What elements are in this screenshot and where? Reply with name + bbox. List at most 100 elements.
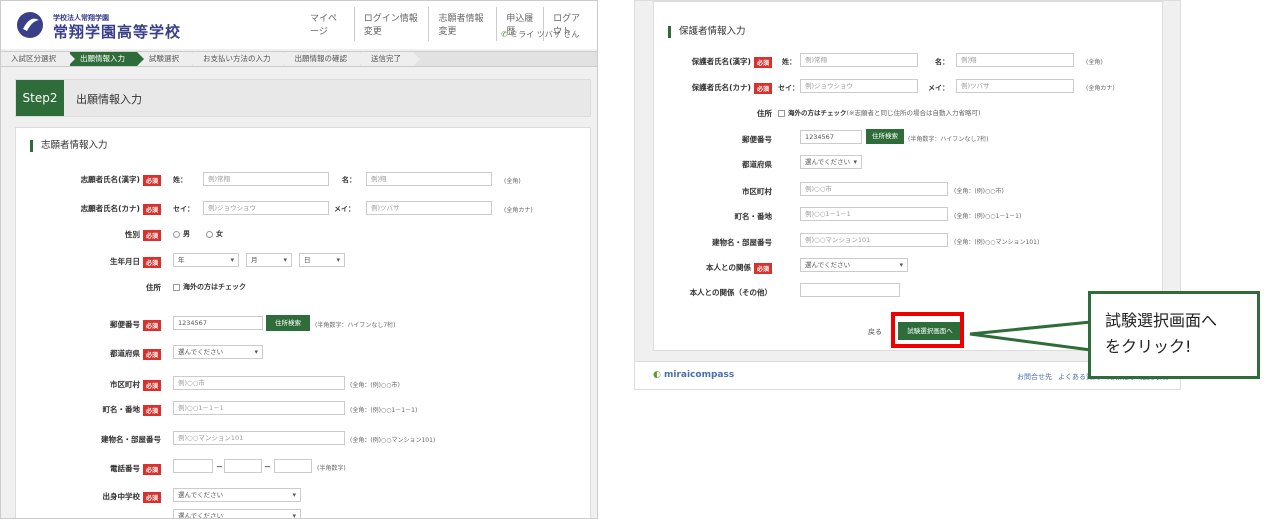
sei-kana-input[interactable]: 例)ジョウショウ xyxy=(203,201,329,215)
school-select[interactable]: 選んでください xyxy=(173,488,301,502)
required-badge: 必須 xyxy=(142,256,161,268)
note-building: (全角：(例)○○マンション101) xyxy=(954,239,1040,246)
left-screenshot: 学校法人常翔学園 常翔学園高等学校 マイページ ログイン情報変更 志願者情報変更… xyxy=(0,0,598,519)
label-guardian-kanji: 保護者氏名(漢字) 必須 xyxy=(664,56,772,68)
school-select-2[interactable]: 選んでください xyxy=(173,509,301,518)
note-town: (全角：(例)○○1－1－1) xyxy=(350,407,418,414)
guardian-sei-kana-input[interactable]: 例)ジョウショウ xyxy=(800,79,918,93)
label-relation-other: 本人との関係（その他） xyxy=(689,288,772,297)
checkbox-box xyxy=(173,283,180,291)
footer-link-contact[interactable]: お問合せ先 xyxy=(1017,372,1052,382)
mei-input[interactable]: 例)翔 xyxy=(366,172,492,186)
town-input[interactable]: 例)○○1－1－1 xyxy=(800,207,948,221)
required-badge: 必須 xyxy=(142,491,161,503)
step-1: 入試区分選択 xyxy=(1,52,75,66)
town-input[interactable]: 例)○○1－1－1 xyxy=(173,401,345,415)
note-fullwidth: (全角) xyxy=(1086,59,1103,66)
address-note: (※志願者と同じ住所の場合は自動入力省略可) xyxy=(846,109,981,117)
user-icon: ✆ xyxy=(501,30,508,39)
address-search-button[interactable]: 住所検索 xyxy=(866,129,904,144)
phone-input-3[interactable] xyxy=(274,459,312,473)
label-school: 出身中学校 必須 xyxy=(36,491,161,503)
label-name-kana: 志願者氏名(カナ) 必須 xyxy=(36,203,161,215)
back-button[interactable]: 戻る xyxy=(868,327,882,337)
label-zip: 郵便番号 必須 xyxy=(36,319,161,331)
label-town: 町名・番地 xyxy=(734,212,773,221)
sei-kana-label: セイ： xyxy=(173,205,194,213)
mei-label: 名： xyxy=(935,58,949,66)
note-kana: (全角カナ) xyxy=(1086,85,1115,92)
guardian-mei-input[interactable]: 例)翔 xyxy=(956,53,1074,67)
step-6: 送信完了 xyxy=(361,52,420,66)
radio-circle xyxy=(173,230,180,238)
label-address: 住所 xyxy=(757,109,772,118)
guardian-card: 保護者情報入力 保護者氏名(漢字) 必須 姓： 例)常翔 名： 例)翔 (全角) … xyxy=(653,1,1163,351)
required-badge: 必須 xyxy=(142,379,161,391)
required-badge: 必須 xyxy=(142,463,161,475)
city-input[interactable]: 例)○○市 xyxy=(800,182,948,196)
pref-select[interactable]: 選んでください xyxy=(173,345,263,359)
phone-input-1[interactable] xyxy=(173,459,213,473)
relation-other-input[interactable] xyxy=(800,283,900,297)
radio-female[interactable]: 女 xyxy=(206,229,223,239)
sei-label: 姓： xyxy=(173,176,187,184)
overseas-checkbox[interactable]: 海外の方はチェック(※志願者と同じ住所の場合は自動入力省略可) xyxy=(778,107,981,117)
city-input[interactable]: 例)○○市 xyxy=(173,376,345,390)
label-building: 建物名・部屋番号 xyxy=(712,238,772,247)
label-city: 市区町村 必須 xyxy=(36,379,161,391)
phone-dash-1: － xyxy=(216,463,223,471)
label-name-kanji: 志願者氏名(漢字) 必須 xyxy=(36,174,161,186)
mirai-logo-icon: ◐ xyxy=(653,370,661,380)
birth-year-select[interactable]: 年 xyxy=(173,253,239,267)
zip-input[interactable]: 1234567 xyxy=(800,130,862,144)
step-2: 出願情報入力 xyxy=(70,52,144,66)
mei-kana-label: メイ： xyxy=(334,205,355,213)
label-pref: 都道府県 xyxy=(742,160,772,169)
required-badge: 必須 xyxy=(753,56,772,68)
address-search-button[interactable]: 住所検索 xyxy=(266,315,310,331)
note-town: (全角：(例)○○1－1－1) xyxy=(954,213,1022,220)
guardian-mei-kana-input[interactable]: 例)ツバサ xyxy=(956,79,1074,93)
nav-mypage[interactable]: マイページ xyxy=(301,7,355,41)
step-bar: 入試区分選択 出願情報入力 試験選択 お支払い方法の入力 出願情報の確認 送信完… xyxy=(1,51,597,67)
phone-input-2[interactable] xyxy=(224,459,262,473)
callout-line-1: 試験選択画面へ xyxy=(1105,311,1218,330)
step-title: 出願情報入力 xyxy=(76,93,142,106)
overseas-checkbox[interactable]: 海外の方はチェック xyxy=(173,282,246,292)
birth-day-select[interactable]: 日 xyxy=(299,253,345,267)
relation-select[interactable]: 選んでください xyxy=(800,258,908,272)
nav-login-change[interactable]: ログイン情報変更 xyxy=(355,7,430,41)
sei-input[interactable]: 例)常翔 xyxy=(203,172,329,186)
note-fullwidth: (全角) xyxy=(504,178,521,185)
label-pref: 都道府県 必須 xyxy=(36,348,161,360)
section-title: 志願者情報入力 xyxy=(30,140,108,152)
mei-label: 名： xyxy=(342,176,356,184)
mei-kana-input[interactable]: 例)ツバサ xyxy=(366,201,492,215)
building-input[interactable]: 例)○○マンション101 xyxy=(800,233,948,247)
label-zip: 郵便番号 xyxy=(742,135,772,144)
required-badge: 必須 xyxy=(142,203,161,215)
sei-kana-label: セイ： xyxy=(778,84,799,92)
label-relation: 本人との関係 必須 xyxy=(664,262,772,274)
section-title: 保護者情報入力 xyxy=(668,26,746,38)
building-input[interactable]: 例)○○マンション101 xyxy=(173,431,345,445)
birth-month-select[interactable]: 月 xyxy=(246,253,292,267)
guardian-sei-input[interactable]: 例)常翔 xyxy=(800,53,918,67)
label-city: 市区町村 xyxy=(742,187,772,196)
note-phone: (半角数字) xyxy=(317,465,346,472)
label-gender: 性別 必須 xyxy=(36,229,161,241)
step-title-bar: Step2 出願情報入力 xyxy=(15,79,591,117)
pref-select[interactable]: 選んでください xyxy=(800,155,862,169)
required-badge: 必須 xyxy=(142,229,161,241)
step-5: 出願情報の確認 xyxy=(284,52,366,66)
label-address: 住所 xyxy=(146,283,161,292)
radio-male[interactable]: 男 xyxy=(173,229,190,239)
note-city: (全角：(例)○○市) xyxy=(350,382,400,389)
note-building: (全角：(例)○○マンション101) xyxy=(350,437,436,444)
nav-applicant-change[interactable]: 志願者情報変更 xyxy=(429,7,498,41)
user-name: ✆ ミライ ツバサ さん xyxy=(501,29,579,40)
required-badge: 必須 xyxy=(142,319,161,331)
label-phone: 電話番号 必須 xyxy=(36,463,161,475)
sei-label: 姓： xyxy=(782,58,796,66)
zip-input[interactable]: 1234567 xyxy=(173,316,263,330)
